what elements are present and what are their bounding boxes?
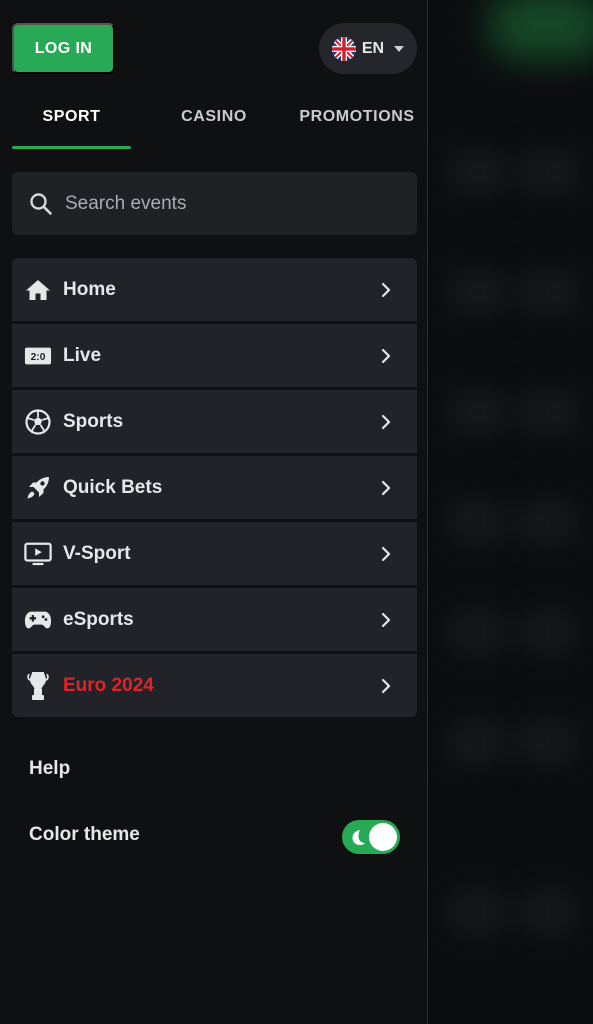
background-blur — [518, 610, 578, 654]
tab-casino[interactable]: CASINO — [155, 96, 273, 150]
chevron-right-icon — [381, 414, 391, 429]
search-input[interactable] — [65, 192, 385, 215]
chevron-right-icon — [381, 546, 391, 561]
menu-item-label: Home — [63, 278, 116, 300]
menu-item-label: eSports — [63, 608, 134, 630]
gamepad-icon — [24, 606, 52, 634]
chevron-right-icon — [381, 348, 391, 363]
language-selector[interactable]: EN — [319, 23, 417, 74]
sport-menu: Home 2:0 Live Sports Quick Bets V-Sport … — [12, 258, 417, 717]
background-blur — [518, 390, 578, 434]
background-blur — [518, 270, 578, 314]
menu-item-v-sport[interactable]: V-Sport — [12, 522, 417, 585]
menu-item-home[interactable]: Home — [12, 258, 417, 321]
search-bar[interactable] — [12, 172, 417, 235]
drawer-header: LOG IN EN — [12, 23, 417, 75]
toggle-knob — [369, 823, 397, 851]
menu-item-live[interactable]: 2:0 Live — [12, 324, 417, 387]
chevron-right-icon — [381, 480, 391, 495]
chevron-right-icon — [381, 612, 391, 627]
menu-item-label: Quick Bets — [63, 476, 163, 498]
background-blur — [518, 890, 578, 934]
chevron-right-icon — [381, 282, 391, 297]
live-score-icon: 2:0 — [24, 342, 52, 370]
menu-item-quick-bets[interactable]: Quick Bets — [12, 456, 417, 519]
color-theme-toggle[interactable] — [342, 820, 400, 854]
home-icon — [24, 276, 52, 304]
side-menu-drawer: LOG IN EN SPORT CASINO PROMOTIONS Search… — [0, 0, 428, 1024]
menu-item-label: Euro 2024 — [63, 674, 154, 696]
background-blur — [448, 720, 508, 764]
background-blur — [518, 500, 578, 544]
main-tabs: SPORT CASINO PROMOTIONS — [0, 96, 428, 150]
trophy-icon — [24, 671, 52, 700]
background-blur — [448, 390, 508, 434]
search-icon — [30, 192, 52, 215]
background-content-overlay — [428, 0, 593, 1024]
menu-item-esports[interactable]: eSports — [12, 588, 417, 651]
language-code: EN — [361, 39, 385, 57]
menu-item-sports[interactable]: Sports — [12, 390, 417, 453]
chevron-down-icon — [394, 45, 405, 52]
background-blur — [448, 500, 508, 544]
background-blur — [448, 270, 508, 314]
tv-icon — [24, 540, 52, 568]
soccer-ball-icon — [24, 408, 52, 436]
background-blur — [518, 150, 578, 194]
background-blur — [448, 150, 508, 194]
tab-promotions[interactable]: PROMOTIONS — [290, 96, 424, 150]
help-link[interactable]: Help — [29, 758, 409, 780]
menu-item-label: Live — [63, 344, 102, 366]
rocket-icon — [24, 474, 52, 502]
live-score-text: 2:0 — [31, 352, 46, 363]
background-blur — [448, 890, 508, 934]
background-glow — [488, 0, 593, 60]
background-blur — [448, 610, 508, 654]
uk-flag-icon — [331, 36, 356, 61]
menu-item-label: Sports — [63, 410, 124, 432]
tab-sport[interactable]: SPORT — [12, 96, 131, 150]
background-blur — [518, 720, 578, 764]
login-button[interactable]: LOG IN — [12, 23, 115, 74]
chevron-right-icon — [381, 678, 391, 693]
moon-icon — [352, 830, 365, 845]
menu-item-euro-2024[interactable]: Euro 2024 — [12, 654, 417, 717]
menu-item-label: V-Sport — [63, 542, 131, 564]
